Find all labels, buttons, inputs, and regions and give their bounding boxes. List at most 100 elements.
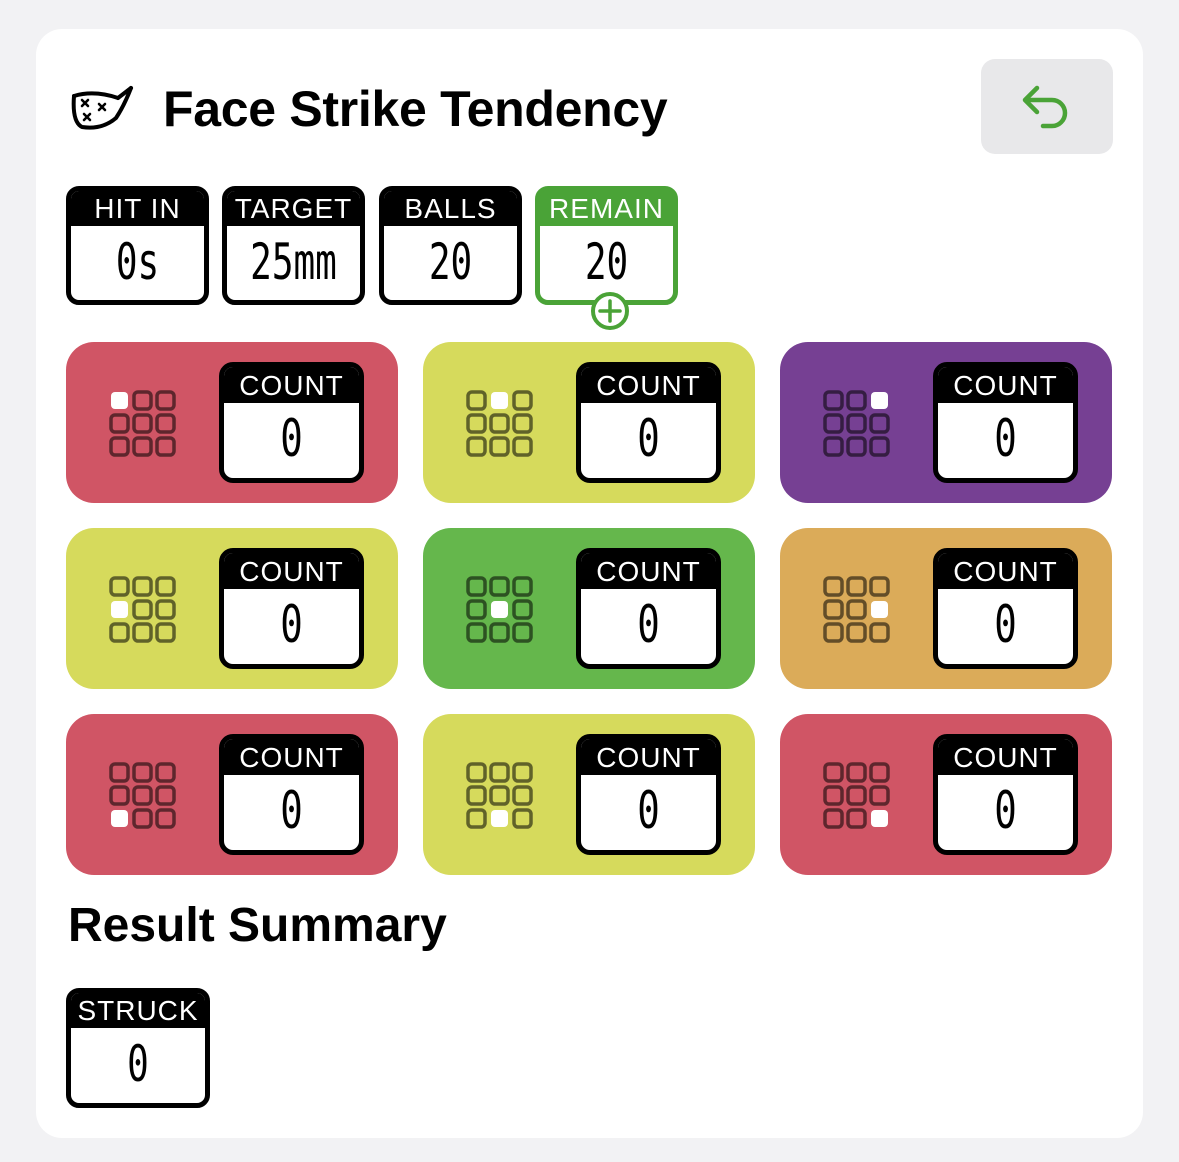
balls-stat: BALLS 20: [379, 186, 522, 305]
grid-cell-selected: [871, 601, 888, 618]
count-box: COUNT 0: [933, 548, 1078, 669]
count-label: COUNT: [938, 553, 1073, 589]
zone-top-left[interactable]: COUNT 0: [66, 342, 398, 503]
stat-value: 20: [428, 233, 473, 291]
grid-cell: [869, 436, 890, 457]
stat-label: HIT IN: [71, 191, 204, 226]
grid-cell: [489, 576, 510, 597]
count-label: COUNT: [938, 739, 1073, 775]
zone-middle-left[interactable]: COUNT 0: [66, 528, 398, 689]
golf-club-face-icon: [71, 86, 133, 130]
grid-cell: [466, 762, 487, 783]
grid-cell: [869, 413, 890, 434]
face-grid-icon: [823, 576, 890, 643]
face-grid-icon: [823, 390, 890, 457]
count-box: COUNT 0: [933, 362, 1078, 483]
grid-cell: [109, 762, 130, 783]
grid-cell-selected: [871, 392, 888, 409]
grid-cell: [489, 436, 510, 457]
grid-cell: [512, 622, 533, 643]
grid-cell: [466, 390, 487, 411]
grid-cell: [109, 436, 130, 457]
stat-label: REMAIN: [540, 191, 673, 226]
grid-cell: [512, 436, 533, 457]
count-value: 0: [280, 409, 303, 469]
grid-cell: [869, 785, 890, 806]
grid-cell: [512, 390, 533, 411]
grid-cell: [846, 808, 867, 829]
count-label: COUNT: [581, 553, 716, 589]
stat-value: 20: [584, 233, 629, 291]
grid-cell: [846, 599, 867, 620]
grid-cell: [823, 599, 844, 620]
zone-top-center[interactable]: COUNT 0: [423, 342, 755, 503]
face-grid-icon: [466, 390, 533, 457]
grid-cell: [109, 413, 130, 434]
zone-center[interactable]: COUNT 0: [423, 528, 755, 689]
grid-cell: [132, 762, 153, 783]
count-label: COUNT: [938, 367, 1073, 403]
count-value: 0: [637, 595, 660, 655]
grid-cell: [132, 622, 153, 643]
zone-bottom-right[interactable]: COUNT 0: [780, 714, 1112, 875]
grid-cell: [512, 599, 533, 620]
count-box: COUNT 0: [576, 362, 721, 483]
grid-cell: [109, 576, 130, 597]
grid-cell: [132, 436, 153, 457]
grid-cell-selected: [111, 601, 128, 618]
grid-cell: [489, 762, 510, 783]
count-box: COUNT 0: [219, 734, 364, 855]
grid-cell: [512, 762, 533, 783]
grid-cell: [155, 576, 176, 597]
count-label: COUNT: [224, 739, 359, 775]
grid-cell: [846, 413, 867, 434]
grid-cell: [132, 576, 153, 597]
face-grid-icon: [109, 762, 176, 829]
face-grid-icon: [466, 576, 533, 643]
grid-cell: [155, 622, 176, 643]
grid-cell: [512, 808, 533, 829]
count-value: 0: [994, 595, 1017, 655]
count-label: COUNT: [224, 553, 359, 589]
count-box: COUNT 0: [219, 362, 364, 483]
grid-cell: [155, 390, 176, 411]
grid-cell: [823, 785, 844, 806]
grid-cell: [466, 576, 487, 597]
grid-cell-selected: [491, 810, 508, 827]
zone-bottom-left[interactable]: COUNT 0: [66, 714, 398, 875]
grid-cell-selected: [111, 392, 128, 409]
stat-label: BALLS: [384, 191, 517, 226]
face-grid-icon: [823, 762, 890, 829]
stat-value: 0: [127, 1035, 149, 1093]
hit-in-stat: HIT IN 0s: [66, 186, 209, 305]
grid-cell: [846, 622, 867, 643]
grid-cell: [109, 785, 130, 806]
undo-button[interactable]: [981, 59, 1113, 154]
count-box: COUNT 0: [576, 548, 721, 669]
grid-cell: [869, 576, 890, 597]
grid-cell: [823, 576, 844, 597]
grid-cell: [869, 762, 890, 783]
grid-cell: [846, 576, 867, 597]
result-summary-title: Result Summary: [68, 899, 447, 952]
grid-cell: [512, 413, 533, 434]
grid-cell: [823, 390, 844, 411]
grid-cell: [132, 599, 153, 620]
grid-cell: [132, 413, 153, 434]
grid-cell: [489, 785, 510, 806]
grid-cell: [155, 762, 176, 783]
grid-cell: [489, 413, 510, 434]
grid-cell: [869, 622, 890, 643]
stat-label: TARGET: [227, 191, 360, 226]
plus-circle-icon[interactable]: [590, 291, 630, 331]
zone-middle-right[interactable]: COUNT 0: [780, 528, 1112, 689]
grid-cell: [512, 785, 533, 806]
count-label: COUNT: [581, 367, 716, 403]
stat-value: 0s: [115, 233, 160, 291]
grid-cell: [466, 622, 487, 643]
count-label: COUNT: [581, 739, 716, 775]
grid-cell: [846, 762, 867, 783]
zone-bottom-center[interactable]: COUNT 0: [423, 714, 755, 875]
grid-cell: [466, 436, 487, 457]
zone-top-right[interactable]: COUNT 0: [780, 342, 1112, 503]
